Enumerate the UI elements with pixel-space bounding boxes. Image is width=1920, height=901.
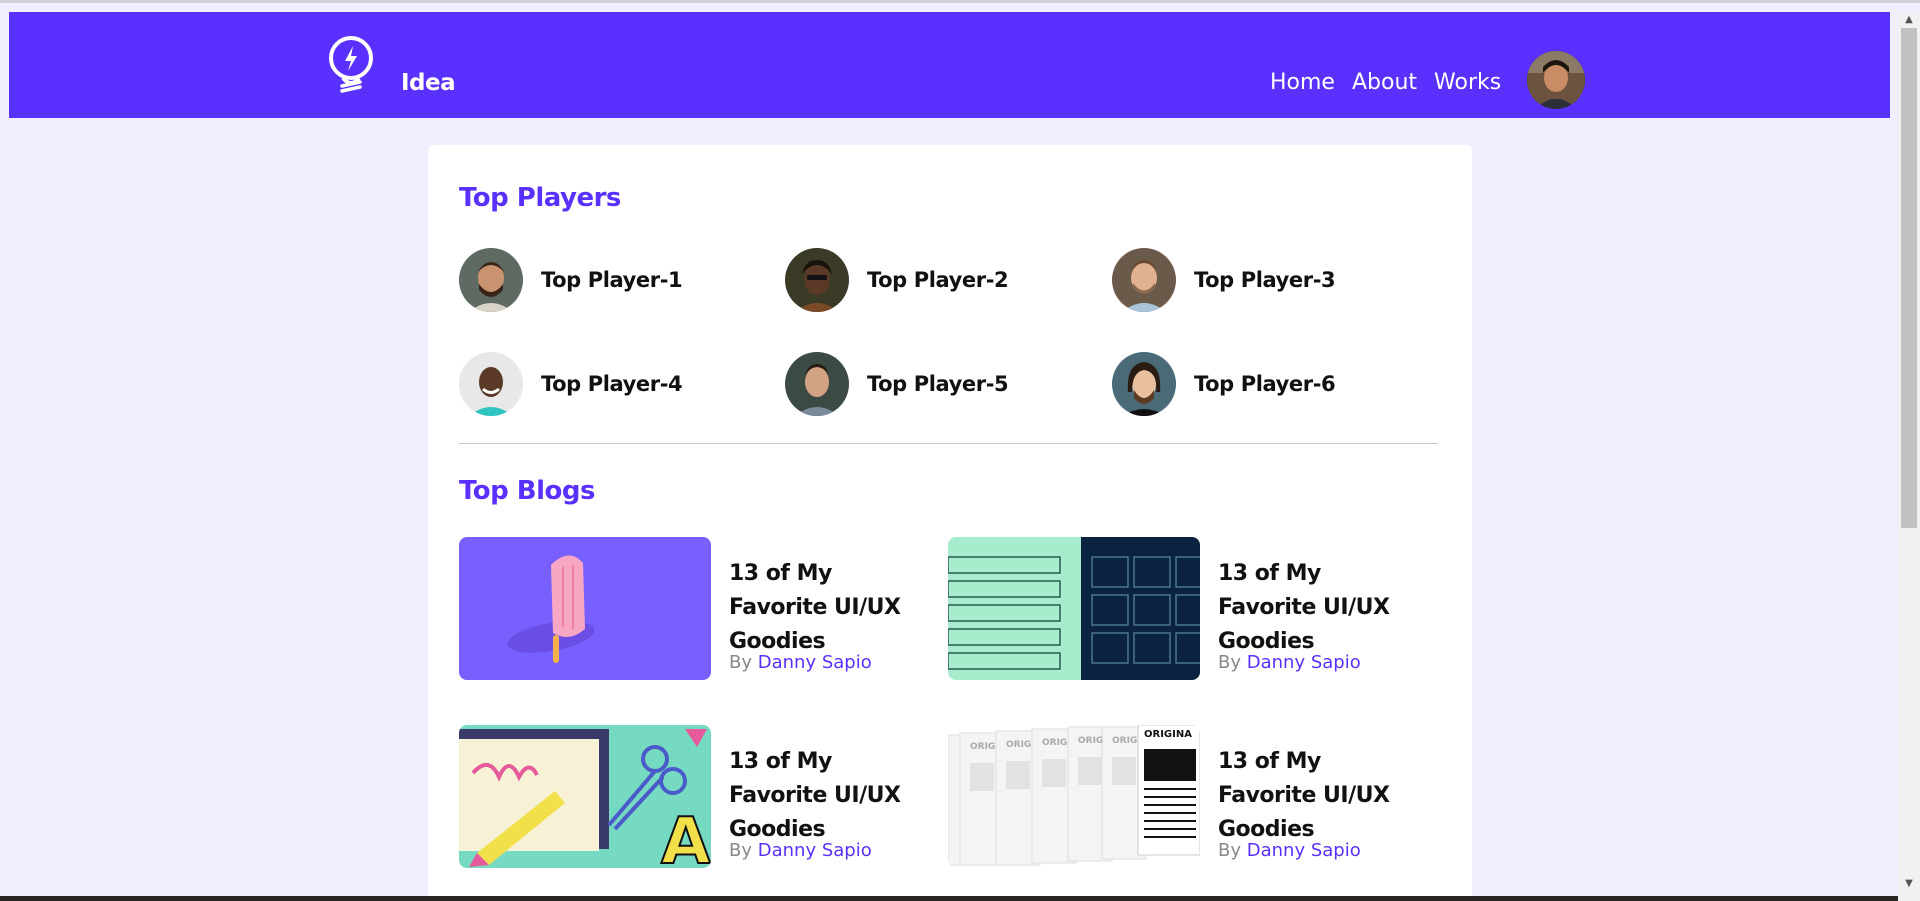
player-name: Top Player-4: [541, 372, 683, 396]
user-avatar[interactable]: [1527, 51, 1585, 109]
front-page-text: ORIGINA: [1144, 729, 1192, 740]
player-item[interactable]: Top Player-3: [1112, 248, 1336, 312]
player-avatar: [1112, 352, 1176, 416]
nav-about-link[interactable]: About: [1352, 70, 1417, 95]
faded-page-text: ORIG: [1112, 736, 1137, 746]
author-link[interactable]: Danny Sapio: [758, 652, 872, 673]
popsicle-image: [459, 537, 711, 680]
blog-info: 13 of My Favorite UI/UX Goodies By Danny…: [729, 537, 929, 680]
faded-page-text: ORIG: [1042, 738, 1067, 748]
player-avatar: [1112, 248, 1176, 312]
blog-card[interactable]: 13 of My Favorite UI/UX Goodies By Danny…: [459, 537, 929, 680]
faded-page-text: ORIG: [970, 742, 995, 752]
byline-prefix: By: [729, 840, 753, 861]
player-avatar: [459, 248, 523, 312]
section-divider: [459, 443, 1438, 444]
site-header: Idea Home About Works: [9, 12, 1890, 118]
author-link[interactable]: Danny Sapio: [1247, 652, 1361, 673]
wireframe-image: [948, 537, 1200, 680]
scroll-down-arrow-icon[interactable]: ▼: [1903, 878, 1915, 890]
player-item[interactable]: Top Player-5: [785, 352, 1009, 416]
byline-prefix: By: [1218, 652, 1242, 673]
blog-card[interactable]: 13 of My Favorite UI/UX Goodies By Danny…: [948, 537, 1418, 680]
logo-text[interactable]: Idea: [401, 70, 456, 96]
player-avatar: [785, 248, 849, 312]
scroll-up-arrow-icon[interactable]: ▲: [1903, 14, 1915, 26]
blog-byline: By Danny Sapio: [729, 840, 872, 861]
blog-card[interactable]: A 13 of My Favorite UI/UX Goodies By Dan…: [459, 725, 929, 868]
blog-thumbnail[interactable]: [459, 537, 711, 680]
player-avatar: [459, 352, 523, 416]
crayon-scissors-image: A: [459, 725, 711, 868]
player-name: Top Player-3: [1194, 268, 1336, 292]
nav-works-link[interactable]: Works: [1434, 70, 1501, 95]
blog-thumbnail[interactable]: [948, 537, 1200, 680]
taskbar-edge: [0, 896, 1898, 901]
blog-title[interactable]: 13 of My Favorite UI/UX Goodies: [729, 557, 929, 659]
content-card: Top Players Top Player-1 Top Player-2 To…: [428, 145, 1472, 901]
blog-info: 13 of My Favorite UI/UX Goodies By Danny…: [729, 725, 929, 868]
player-name: Top Player-5: [867, 372, 1009, 396]
scrollbar-thumb[interactable]: [1901, 28, 1917, 528]
player-avatar: [785, 352, 849, 416]
player-name: Top Player-2: [867, 268, 1009, 292]
player-item[interactable]: Top Player-4: [459, 352, 683, 416]
top-players-title: Top Players: [459, 183, 621, 213]
browser-top-edge: [0, 0, 1920, 3]
blog-title[interactable]: 13 of My Favorite UI/UX Goodies: [729, 745, 929, 847]
main-nav: Home About Works: [1270, 70, 1501, 95]
stacked-pages-image: ORIG ORIG ORIG ORIG ORIG ORIGINA: [948, 725, 1200, 868]
nav-home-link[interactable]: Home: [1270, 70, 1335, 95]
player-item[interactable]: Top Player-6: [1112, 352, 1336, 416]
player-name: Top Player-1: [541, 268, 683, 292]
svg-text:A: A: [661, 805, 711, 868]
blog-info: 13 of My Favorite UI/UX Goodies By Danny…: [1218, 537, 1418, 680]
faded-page-text: ORIG: [1006, 740, 1031, 750]
blog-byline: By Danny Sapio: [1218, 652, 1361, 673]
byline-prefix: By: [1218, 840, 1242, 861]
blog-byline: By Danny Sapio: [1218, 840, 1361, 861]
faded-page-text: ORIG: [1078, 736, 1103, 746]
blog-title[interactable]: 13 of My Favorite UI/UX Goodies: [1218, 745, 1418, 847]
author-link[interactable]: Danny Sapio: [1247, 840, 1361, 861]
lightbulb-logo-icon[interactable]: [327, 34, 379, 94]
blog-info: 13 of My Favorite UI/UX Goodies By Danny…: [1218, 725, 1418, 868]
byline-prefix: By: [729, 652, 753, 673]
author-link[interactable]: Danny Sapio: [758, 840, 872, 861]
blog-thumbnail[interactable]: A: [459, 725, 711, 868]
player-item[interactable]: Top Player-1: [459, 248, 683, 312]
blog-card[interactable]: ORIG ORIG ORIG ORIG ORIG ORIGINA 13 of M…: [948, 725, 1418, 868]
top-blogs-title: Top Blogs: [459, 476, 596, 506]
player-name: Top Player-6: [1194, 372, 1336, 396]
blog-title[interactable]: 13 of My Favorite UI/UX Goodies: [1218, 557, 1418, 659]
player-item[interactable]: Top Player-2: [785, 248, 1009, 312]
blog-byline: By Danny Sapio: [729, 652, 872, 673]
blog-thumbnail[interactable]: ORIG ORIG ORIG ORIG ORIG ORIGINA: [948, 725, 1200, 868]
